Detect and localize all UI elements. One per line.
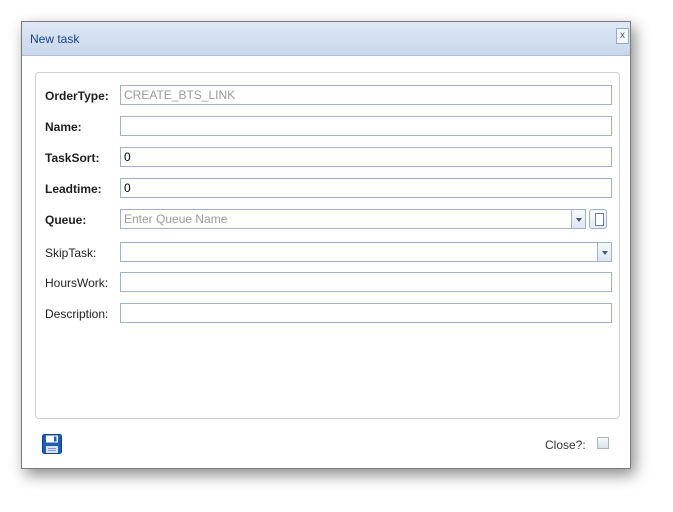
hours-work-field[interactable]	[120, 272, 612, 292]
description-field[interactable]	[120, 303, 612, 323]
order-type-label: OrderType:	[45, 89, 109, 103]
skip-task-input[interactable]	[120, 242, 597, 262]
order-type-field[interactable]	[120, 85, 612, 105]
new-task-dialog: New task x OrderType: Name: TaskSort: Le…	[21, 21, 631, 469]
queue-input[interactable]	[120, 209, 571, 229]
close-checkbox-label: Close?:	[545, 438, 586, 452]
leadtime-field[interactable]	[120, 178, 612, 198]
dialog-title: New task	[30, 32, 80, 46]
queue-picker-icon[interactable]	[589, 209, 607, 229]
floppy-disk-icon	[42, 434, 62, 454]
description-label: Description:	[45, 307, 109, 321]
name-label: Name:	[45, 120, 82, 134]
leadtime-label: Leadtime:	[45, 182, 102, 196]
task-sort-label: TaskSort:	[45, 151, 100, 165]
task-sort-field[interactable]	[120, 147, 612, 167]
hours-work-label: HoursWork:	[45, 276, 109, 290]
skip-task-label: SkipTask:	[45, 246, 97, 260]
queue-dropdown-icon[interactable]	[571, 209, 586, 229]
save-button[interactable]	[42, 434, 62, 454]
form-panel: OrderType: Name: TaskSort: Leadtime: Que…	[35, 72, 620, 419]
close-icon[interactable]: x	[616, 28, 629, 44]
dialog-titlebar[interactable]: New task x	[22, 22, 630, 56]
name-field[interactable]	[120, 116, 612, 136]
close-checkbox[interactable]	[597, 437, 609, 449]
queue-label: Queue:	[45, 213, 87, 227]
skip-task-dropdown-icon[interactable]	[597, 242, 612, 262]
